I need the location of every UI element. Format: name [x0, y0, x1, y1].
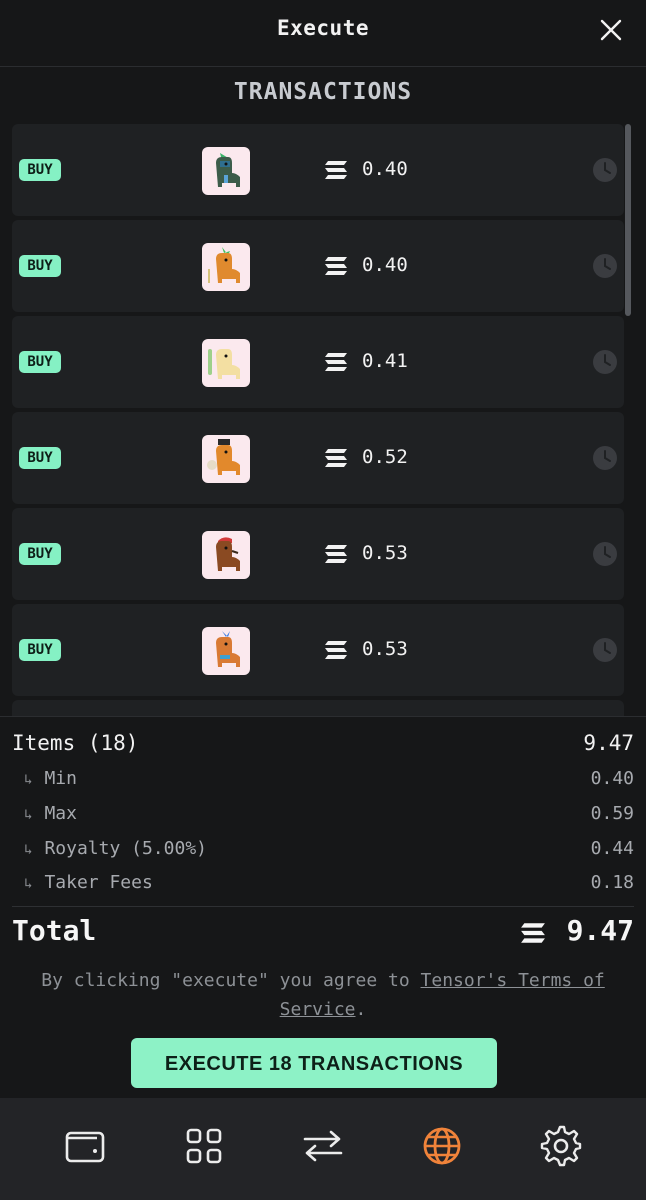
buy-badge: BUY	[19, 639, 61, 661]
nft-thumbnail	[202, 531, 250, 579]
price: 0.40	[362, 158, 408, 180]
nft-thumbnail	[202, 339, 250, 387]
nft-thumbnail	[202, 435, 250, 483]
clock-icon	[593, 350, 617, 374]
items-value: 9.47	[583, 731, 634, 755]
grid-icon[interactable]	[182, 1124, 226, 1168]
total-value: 9.47	[566, 914, 634, 947]
header: Execute	[0, 0, 646, 67]
execute-button[interactable]: EXECUTE 18 TRANSACTIONS	[131, 1038, 497, 1088]
min-row: ↳ Min 0.40	[12, 768, 634, 798]
clock-icon	[593, 542, 617, 566]
close-icon[interactable]	[598, 17, 624, 43]
nft-thumbnail	[202, 243, 250, 291]
price: 0.40	[362, 254, 408, 276]
buy-badge: BUY	[19, 255, 61, 277]
scrollbar[interactable]	[625, 124, 631, 716]
transactions-heading: TRANSACTIONS	[233, 79, 413, 105]
max-row: ↳ Max 0.59	[12, 803, 634, 833]
sol-icon	[325, 449, 347, 467]
nft-thumbnail	[202, 147, 250, 195]
total-label: Total	[12, 914, 97, 947]
max-value: 0.59	[590, 803, 634, 824]
price: 0.53	[362, 542, 408, 564]
buy-badge: BUY	[19, 351, 61, 373]
min-label: Min	[44, 768, 77, 789]
clock-icon	[593, 254, 617, 278]
price: 0.41	[362, 350, 408, 372]
nft-thumbnail	[202, 627, 250, 675]
taker-fees-label: Taker Fees	[44, 872, 153, 893]
sol-icon	[325, 257, 347, 275]
sol-icon	[521, 923, 545, 943]
swap-icon[interactable]	[301, 1124, 345, 1168]
buy-badge: BUY	[19, 447, 61, 469]
transaction-list[interactable]: BUY 0.40 BUY 0.40 BUY 0.41 BUY 0.52 BUY …	[12, 124, 624, 716]
buy-badge: BUY	[19, 159, 61, 181]
divider	[0, 716, 646, 717]
max-label: Max	[44, 803, 77, 824]
clock-icon	[593, 446, 617, 470]
scrollbar-thumb[interactable]	[625, 124, 631, 316]
clock-icon	[593, 158, 617, 182]
terms-prefix: By clicking "execute" you agree to	[41, 970, 421, 991]
royalty-row: ↳ Royalty (5.00%) 0.44	[12, 838, 634, 868]
sub-arrow-icon: ↳	[24, 772, 33, 788]
buy-badge: BUY	[19, 543, 61, 565]
sub-arrow-icon: ↳	[24, 876, 33, 892]
taker-fees-value: 0.18	[590, 872, 634, 893]
royalty-label: Royalty (5.00%)	[44, 838, 207, 859]
transaction-row[interactable]: BUY 0.53	[12, 508, 624, 600]
transaction-row[interactable]: BUY 0.53	[12, 604, 624, 696]
sol-icon	[325, 161, 347, 179]
royalty-value: 0.44	[590, 838, 634, 859]
sol-icon	[325, 641, 347, 659]
transaction-row[interactable]: BUY 0.40	[12, 124, 624, 216]
sol-icon	[325, 545, 347, 563]
transaction-row[interactable]	[12, 700, 624, 716]
divider	[12, 906, 634, 907]
wallet-icon[interactable]	[63, 1124, 107, 1168]
items-label: Items (18)	[12, 731, 139, 755]
transaction-row[interactable]: BUY 0.41	[12, 316, 624, 408]
sub-arrow-icon: ↳	[24, 842, 33, 858]
taker-fees-row: ↳ Taker Fees 0.18	[12, 872, 634, 902]
settings-icon[interactable]	[539, 1124, 583, 1168]
terms-suffix: .	[355, 999, 367, 1020]
terms-text: By clicking "execute" you agree to Tenso…	[16, 966, 630, 1024]
sol-icon	[325, 353, 347, 371]
transaction-row[interactable]: BUY 0.52	[12, 412, 624, 504]
bottom-nav	[0, 1098, 646, 1200]
page-title: Execute	[276, 16, 369, 40]
clock-icon	[593, 638, 617, 662]
min-value: 0.40	[590, 768, 634, 789]
price: 0.53	[362, 638, 408, 660]
price: 0.52	[362, 446, 408, 468]
items-row: Items (18) 9.47	[12, 731, 634, 761]
globe-icon[interactable]	[420, 1124, 464, 1168]
sub-arrow-icon: ↳	[24, 807, 33, 823]
transaction-row[interactable]: BUY 0.40	[12, 220, 624, 312]
